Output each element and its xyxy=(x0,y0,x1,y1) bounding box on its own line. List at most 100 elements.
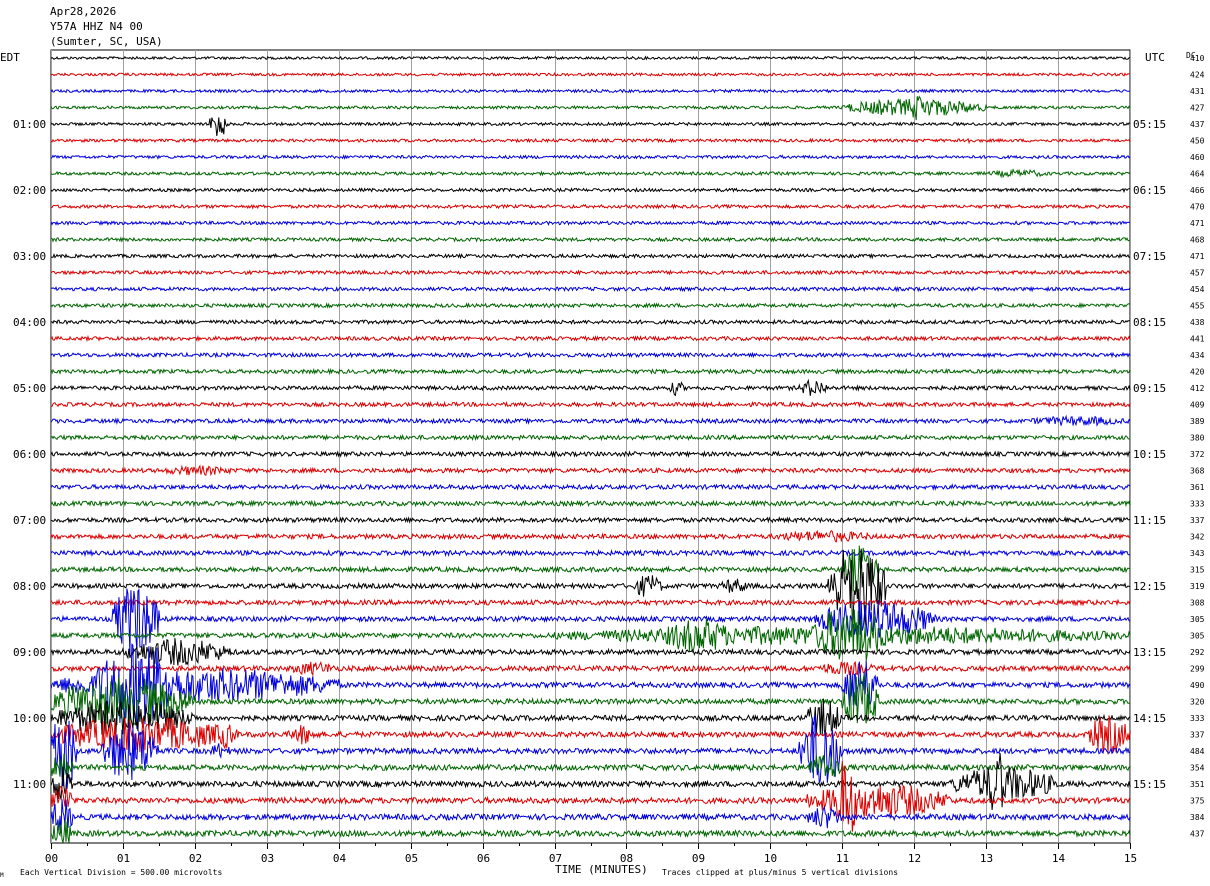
dc-offset-label: 437 xyxy=(1190,120,1205,129)
x-tick-label: 12 xyxy=(908,852,921,865)
seismic-trace xyxy=(50,643,1131,729)
dc-offset-label: 292 xyxy=(1190,648,1205,657)
left-hour-label: 05:00 xyxy=(13,382,46,395)
plot-grid xyxy=(50,49,1131,849)
seismic-trace xyxy=(50,203,1131,210)
seismic-trace xyxy=(50,714,1131,790)
left-hour-label: 03:00 xyxy=(13,250,46,263)
right-hour-label: 07:15 xyxy=(1133,250,1166,263)
seismic-trace xyxy=(50,638,1131,667)
dc-offset-label: 315 xyxy=(1190,566,1205,575)
seismic-trace xyxy=(50,799,1131,834)
dc-offset-label: 368 xyxy=(1190,467,1205,476)
right-hour-label: 08:15 xyxy=(1133,316,1166,329)
dc-offset-label: 490 xyxy=(1190,681,1205,690)
left-hour-label: 09:00 xyxy=(13,646,46,659)
dc-offset-label: 437 xyxy=(1190,830,1205,839)
dc-offset-label: 380 xyxy=(1190,434,1205,443)
left-timezone-label: EDT xyxy=(0,51,20,64)
seismic-trace xyxy=(50,529,1131,543)
seismic-trace xyxy=(50,400,1131,409)
dc-offset-label: 434 xyxy=(1190,351,1205,360)
seismic-trace xyxy=(50,137,1131,145)
dc-offset-label: 431 xyxy=(1190,87,1205,96)
seismic-trace xyxy=(50,168,1131,179)
dc-offset-label: 450 xyxy=(1190,137,1205,146)
seismic-trace xyxy=(50,318,1131,326)
x-tick-label: 05 xyxy=(405,852,418,865)
dc-offset-label: 305 xyxy=(1190,632,1205,641)
dc-offset-label: 471 xyxy=(1190,252,1205,261)
dc-offset-label: 424 xyxy=(1190,71,1205,80)
seismic-trace xyxy=(50,186,1130,194)
dc-offset-label: 342 xyxy=(1190,533,1205,542)
dc-offset-label: 308 xyxy=(1190,599,1205,608)
left-hour-label: 01:00 xyxy=(13,118,46,131)
x-tick-label: 04 xyxy=(333,852,347,865)
right-hour-label: 06:15 xyxy=(1133,184,1166,197)
dc-offset-label: 319 xyxy=(1190,582,1205,591)
seismic-trace xyxy=(50,760,1131,832)
seismic-trace xyxy=(50,367,1131,376)
seismic-trace xyxy=(50,334,1131,343)
seismic-trace xyxy=(50,414,1131,427)
dc-offset-label: 468 xyxy=(1190,236,1205,245)
dc-offset-label: 484 xyxy=(1190,747,1205,756)
right-hour-label: 05:15 xyxy=(1133,118,1166,131)
right-hour-label: 15:15 xyxy=(1133,778,1166,791)
x-tick-label: 14 xyxy=(1052,852,1066,865)
right-hour-label: 12:15 xyxy=(1133,580,1166,593)
left-hour-label: 11:00 xyxy=(13,778,46,791)
x-tick-label: 06 xyxy=(477,852,490,865)
dc-offset-label: 375 xyxy=(1190,797,1205,806)
x-tick-label: 11 xyxy=(836,852,849,865)
dc-offset-label: 361 xyxy=(1190,483,1205,492)
dc-offset-label: 354 xyxy=(1190,764,1205,773)
dc-offset-label: 343 xyxy=(1190,549,1205,558)
dc-offset-label: 384 xyxy=(1190,813,1205,822)
right-timezone-label: UTC xyxy=(1145,51,1165,64)
left-hour-label: 08:00 xyxy=(13,580,46,593)
seismic-trace xyxy=(50,660,1131,677)
dc-offset-label: 412 xyxy=(1190,384,1205,393)
x-tick-label: 00 xyxy=(45,852,58,865)
dc-offset-label: 464 xyxy=(1190,170,1205,179)
seismic-trace xyxy=(50,433,1131,442)
dc-offset-label: 471 xyxy=(1190,219,1205,228)
dc-offset-label: 372 xyxy=(1190,450,1205,459)
seismic-trace xyxy=(50,117,1131,137)
x-axis-title: TIME (MINUTES) xyxy=(555,863,648,876)
seismic-trace xyxy=(50,154,1131,160)
seismic-trace xyxy=(50,588,1131,654)
x-tick-label: 02 xyxy=(189,852,202,865)
dc-offset-label: 470 xyxy=(1190,203,1205,212)
plot-frame xyxy=(50,49,1131,844)
seismic-trace xyxy=(50,464,1131,477)
seismic-trace xyxy=(50,302,1131,309)
dc-offset-label: 409 xyxy=(1190,401,1205,410)
seismic-trace xyxy=(50,88,1131,94)
x-tick-label: 13 xyxy=(980,852,993,865)
dc-offset-label: 460 xyxy=(1190,153,1205,162)
x-tick-label: 01 xyxy=(117,852,130,865)
seismic-trace xyxy=(50,483,1131,491)
left-hour-label: 06:00 xyxy=(13,448,46,461)
axis-labels: 00 01 02 03 04 05 06 07 08 09 10 11 12 13 14 15EDT UTC DC… xyxy=(0,51,1205,879)
dc-offset-label: 299 xyxy=(1190,665,1205,674)
left-hour-label: 07:00 xyxy=(13,514,46,527)
dc-offset-label: 410 xyxy=(1190,54,1205,63)
seismic-trace xyxy=(50,378,1131,397)
seismic-trace xyxy=(50,351,1131,359)
scale-note: Each Vertical Division = 500.00 microvol… xyxy=(20,868,222,877)
dc-offset-label: 454 xyxy=(1190,285,1205,294)
seismic-trace xyxy=(50,598,1131,607)
right-hour-label: 13:15 xyxy=(1133,646,1166,659)
right-hour-label: 14:15 xyxy=(1133,712,1166,725)
seismic-trace xyxy=(50,753,1131,777)
dc-offset-label: 320 xyxy=(1190,698,1205,707)
seismogram-plot: 00 01 02 03 04 05 06 07 08 09 10 11 12 13 14 15EDT UTC DC… xyxy=(0,49,1205,879)
dc-offset-label: 427 xyxy=(1190,104,1205,113)
dc-offset-label: 333 xyxy=(1190,500,1205,509)
left-hour-label: 10:00 xyxy=(13,712,46,725)
seismic-trace xyxy=(50,71,1131,77)
